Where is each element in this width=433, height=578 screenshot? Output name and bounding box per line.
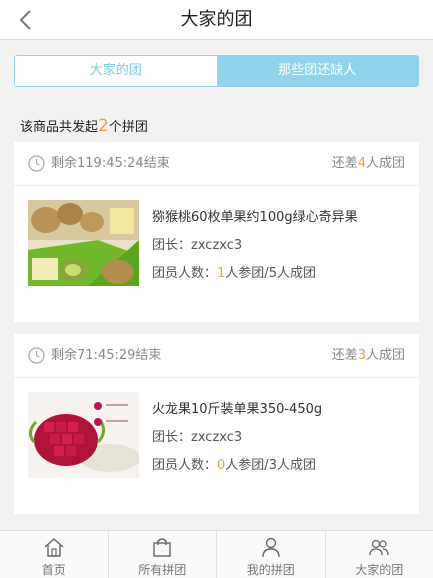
- tab-bar: 大家的团 那些团还缺人: [14, 55, 419, 87]
- page-title: 大家的团: [180, 9, 253, 30]
- need-suffix: 人成团: [365, 156, 405, 171]
- nav-label: 所有拼团: [138, 563, 187, 577]
- joined-suffix: 人参团/: [225, 458, 269, 473]
- user-icon: [262, 537, 280, 558]
- leader-name: zxczxc3: [191, 430, 243, 445]
- people-needed: 还差4人成团: [332, 142, 405, 186]
- leader-label: 团长：: [152, 430, 192, 445]
- need-suffix: 人成团: [365, 348, 405, 363]
- group-leader: 团长：zxczxc3: [152, 234, 242, 253]
- product-name[interactable]: 猕猴桃60枚单果约100g绿心奇异果: [152, 206, 358, 225]
- remaining-time: 剩余119:45:24结束: [51, 142, 170, 186]
- shopping-bag-icon: [153, 538, 171, 557]
- required-count: 5: [268, 266, 277, 281]
- home-icon: [44, 538, 64, 557]
- group-card-header: 剩余71:45:29结束 还差3人成团: [14, 334, 419, 378]
- remaining-time-value: 71:45:29: [77, 348, 136, 363]
- joined-suffix: 人参团/: [225, 266, 269, 281]
- people-needed: 还差3人成团: [332, 334, 405, 378]
- members-label: 团员人数：: [152, 266, 218, 281]
- nav-label: 我的拼团: [246, 563, 295, 577]
- member-count: 团员人数：1人参团/5人成团: [152, 262, 316, 281]
- product-image-kiwi[interactable]: [28, 200, 139, 286]
- member-count: 团员人数：0人参团/3人成团: [152, 454, 316, 473]
- group-card[interactable]: 剩余71:45:29结束 还差3人成团 火龙果10斤装单果350-450g 团长…: [14, 334, 419, 514]
- need-count: 3: [357, 348, 366, 363]
- nav-label: 大家的团: [355, 563, 404, 577]
- nav-home[interactable]: 首页: [0, 531, 109, 578]
- nav-everyones-groups[interactable]: 大家的团: [326, 531, 433, 578]
- remaining-prefix: 剩余: [51, 348, 78, 363]
- tab-groups-missing-people[interactable]: 那些团还缺人: [216, 56, 418, 86]
- remaining-suffix: 结束: [143, 156, 170, 171]
- clock-icon: [28, 155, 45, 172]
- top-bar: 大家的团: [0, 0, 433, 40]
- group-card-body: 猕猴桃60枚单果约100g绿心奇异果 团长：zxczxc3 团员人数：1人参团/…: [14, 186, 419, 322]
- need-prefix: 还差: [331, 156, 358, 171]
- leader-label: 团长：: [152, 238, 192, 253]
- need-count: 4: [357, 156, 366, 171]
- remaining-prefix: 剩余: [51, 156, 78, 171]
- clock-icon: [28, 347, 45, 364]
- summary-prefix: 该商品共发起: [20, 120, 99, 135]
- nav-my-groups[interactable]: 我的拼团: [217, 531, 326, 578]
- summary-suffix: 个拼团: [108, 120, 148, 135]
- need-prefix: 还差: [331, 348, 358, 363]
- nav-label: 首页: [41, 563, 66, 577]
- product-name[interactable]: 火龙果10斤装单果350-450g: [152, 398, 322, 417]
- remaining-suffix: 结束: [135, 348, 162, 363]
- group-count-summary: 该商品共发起2个拼团: [20, 116, 148, 138]
- members-label: 团员人数：: [152, 458, 218, 473]
- remaining-time: 剩余71:45:29结束: [51, 334, 161, 378]
- group-card[interactable]: 剩余119:45:24结束 还差4人成团 猕猴桃60枚单果约100g绿心奇异果 …: [14, 142, 419, 322]
- tab-everyones-groups[interactable]: 大家的团: [15, 56, 217, 86]
- remaining-time-value: 119:45:24: [77, 156, 144, 171]
- leader-name: zxczxc3: [191, 238, 243, 253]
- group-card-body: 火龙果10斤装单果350-450g 团长：zxczxc3 团员人数：0人参团/3…: [14, 378, 419, 514]
- users-icon: [369, 539, 389, 556]
- group-count: 2: [98, 116, 109, 136]
- group-card-header: 剩余119:45:24结束 还差4人成团: [14, 142, 419, 186]
- required-suffix: 人成团: [276, 266, 316, 281]
- required-suffix: 人成团: [276, 458, 316, 473]
- nav-all-groups[interactable]: 所有拼团: [109, 531, 217, 578]
- bottom-navigation: 首页 所有拼团 我的拼团 大家的团: [0, 530, 433, 578]
- group-leader: 团长：zxczxc3: [152, 426, 242, 445]
- required-count: 3: [268, 458, 277, 473]
- product-image-dragon-fruit[interactable]: [28, 392, 139, 478]
